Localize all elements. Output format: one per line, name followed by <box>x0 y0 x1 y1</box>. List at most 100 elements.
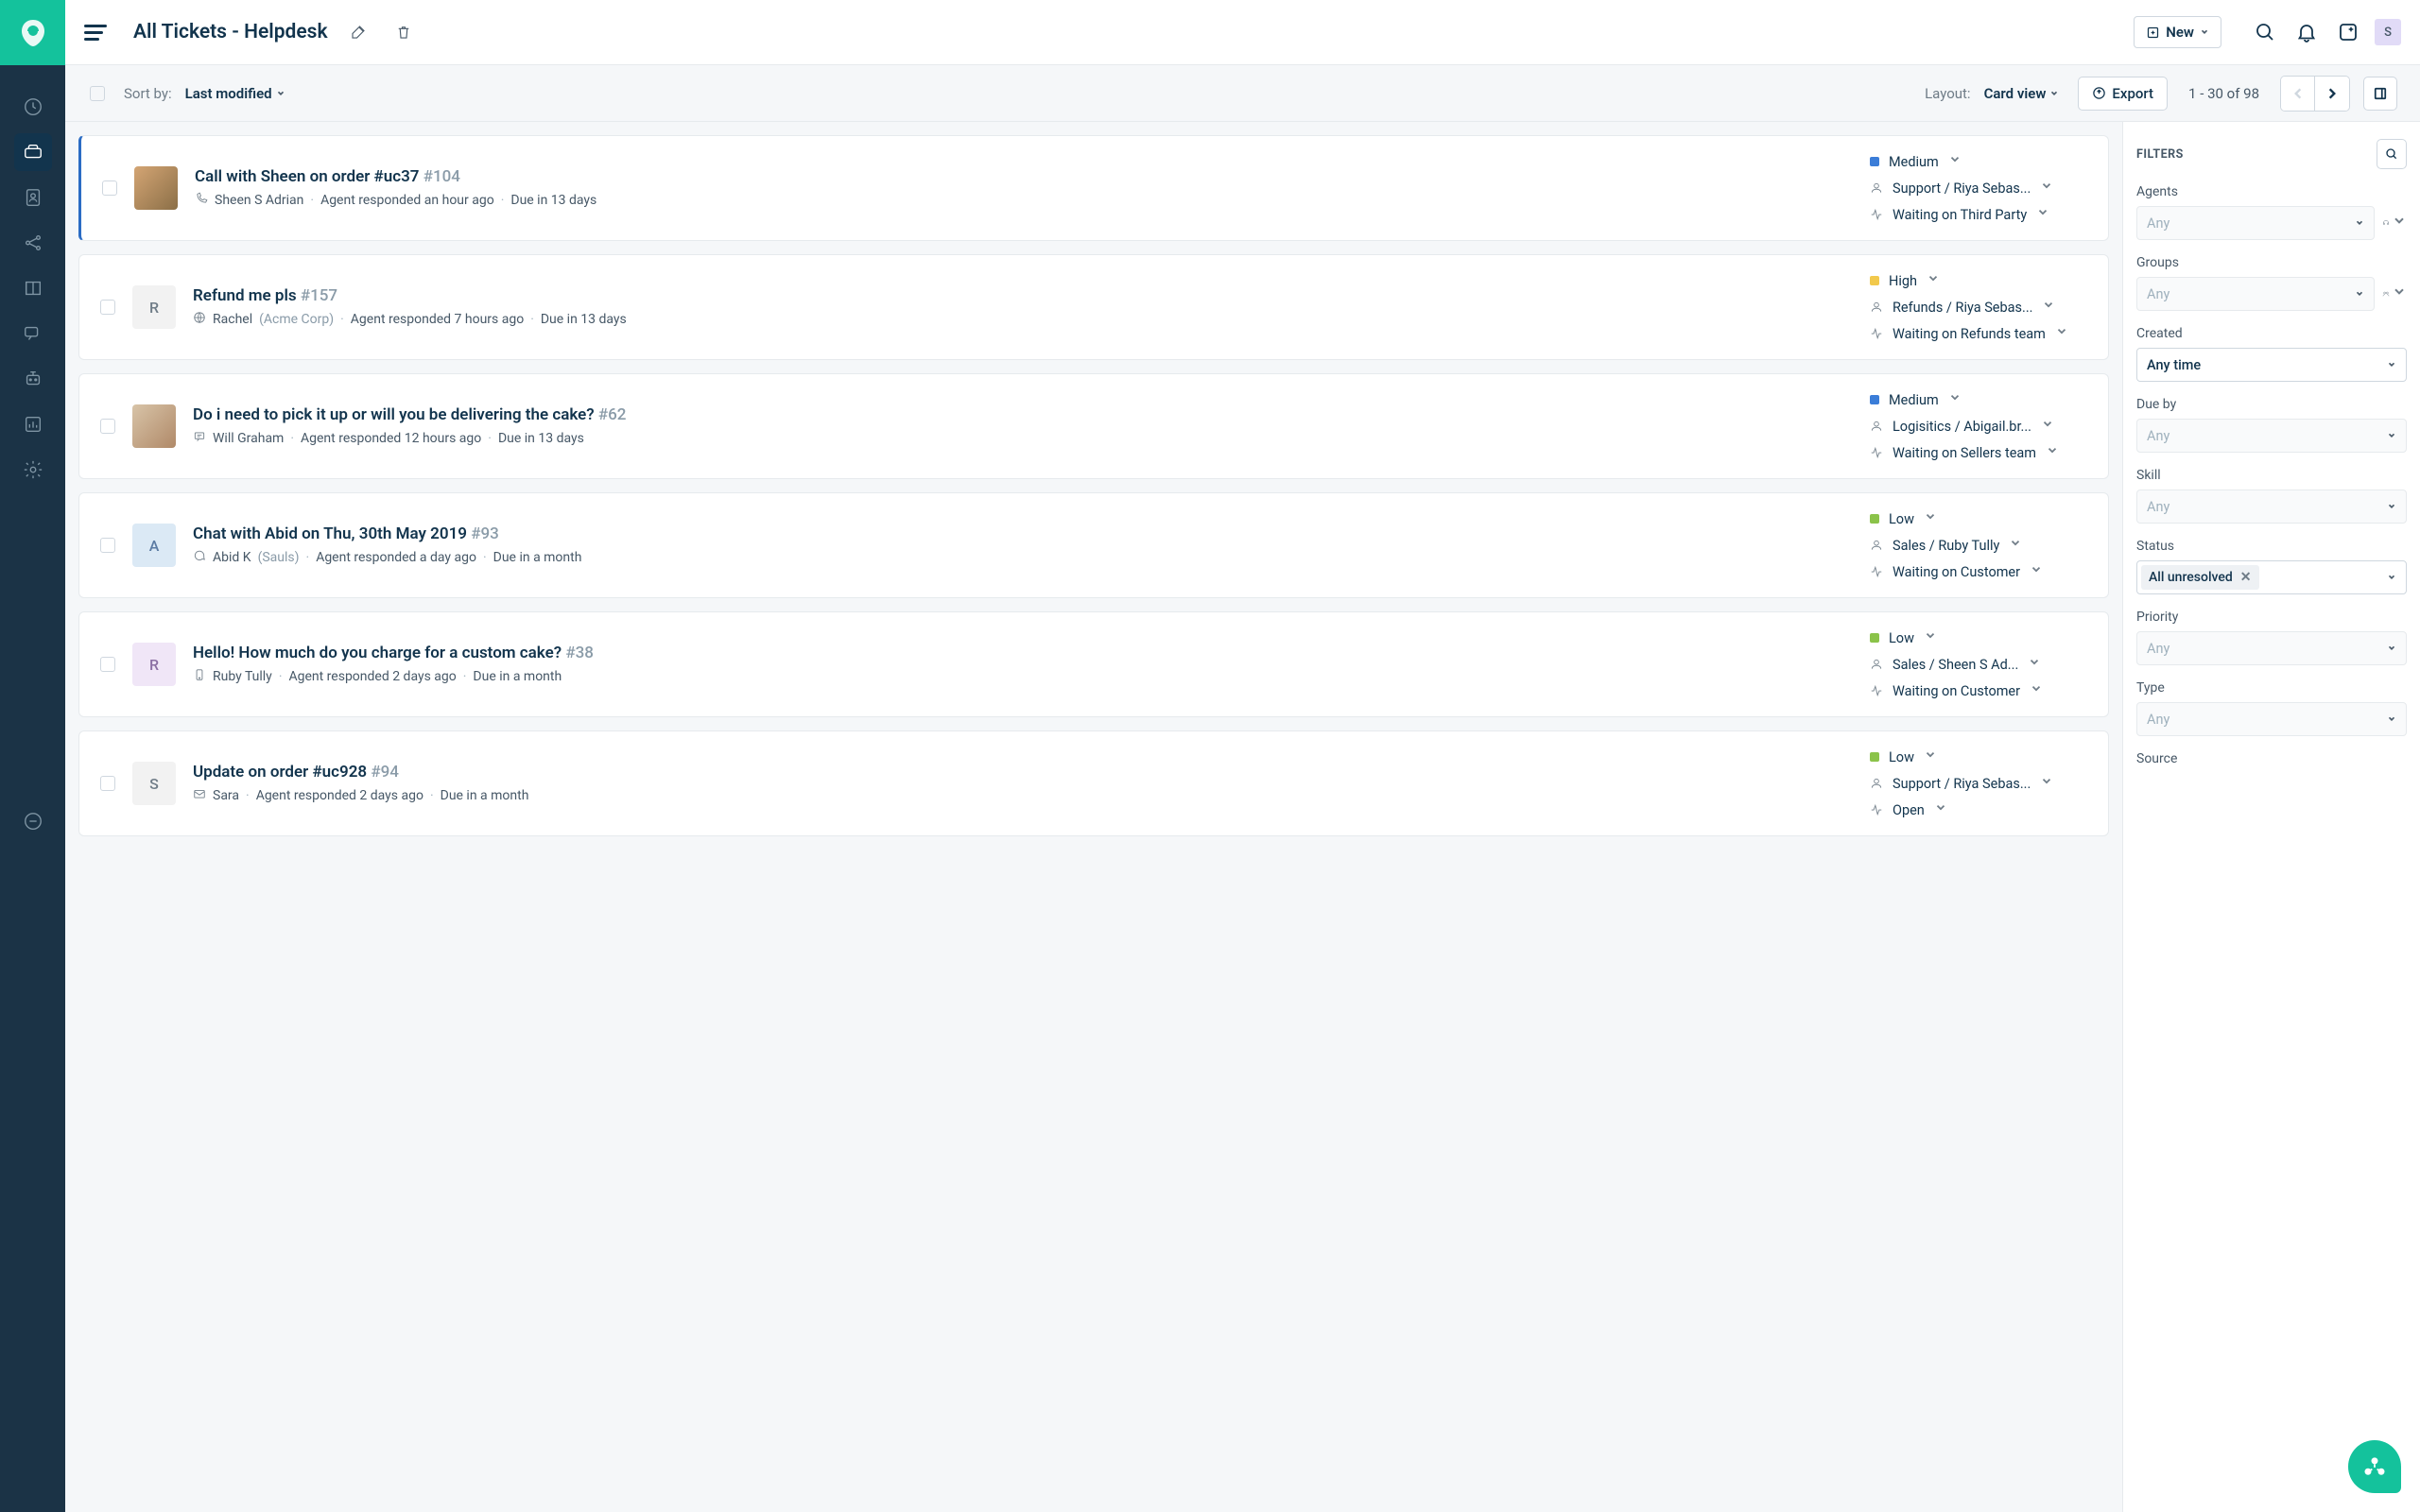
ticket-priority[interactable]: High <box>1870 272 2087 289</box>
ticket-avatar <box>134 166 178 210</box>
ticket-assignee[interactable]: Support / Riya Sebas... <box>1870 180 2087 197</box>
ticket-title[interactable]: Refund me pls #157 <box>193 286 1853 305</box>
ticket-contact[interactable]: Ruby Tully <box>213 669 272 684</box>
ticket-assignee[interactable]: Refunds / Riya Sebas... <box>1870 299 2087 316</box>
nav-social[interactable] <box>14 224 52 262</box>
next-page-button[interactable] <box>2315 77 2349 111</box>
filter-agents-select[interactable]: Any <box>2136 206 2375 240</box>
sidebar-nav <box>14 65 52 780</box>
ticket-assignee[interactable]: Logisitics / Abigail.br... <box>1870 418 2087 435</box>
search-icon[interactable] <box>2250 17 2280 47</box>
sort-label: Sort by: <box>124 85 172 102</box>
ticket-title[interactable]: Do i need to pick it up or will you be d… <box>193 405 1853 424</box>
ticket-status[interactable]: Waiting on Third Party <box>1870 206 2087 223</box>
ticket-title[interactable]: Chat with Abid on Thu, 30th May 2019 #93 <box>193 524 1853 543</box>
ticket-contact[interactable]: Sara <box>213 788 239 803</box>
ticket-priority[interactable]: Medium <box>1870 153 2087 170</box>
ticket-card[interactable]: Do i need to pick it up or will you be d… <box>78 373 2109 479</box>
ticket-checkbox[interactable] <box>100 419 115 434</box>
filter-priority-select[interactable]: Any <box>2136 631 2407 665</box>
nav-forums[interactable] <box>14 315 52 352</box>
nav-bot[interactable] <box>14 360 52 398</box>
filter-status-select[interactable]: All unresolved✕ <box>2136 560 2407 594</box>
layout-label: Layout: <box>1925 85 1970 102</box>
toolbar: Sort by: Last modified Layout: Card view… <box>65 65 2420 122</box>
chevron-down-icon <box>2049 85 2059 102</box>
ticket-due: Due in a month <box>493 550 582 565</box>
ticket-card[interactable]: R Hello! How much do you charge for a cu… <box>78 611 2109 717</box>
ticket-status[interactable]: Waiting on Customer <box>1870 563 2087 580</box>
groups-me-icon[interactable] <box>2382 284 2407 303</box>
filter-dueby-select[interactable]: Any <box>2136 419 2407 453</box>
filter-skill-select[interactable]: Any <box>2136 490 2407 524</box>
apps-sparkle-icon[interactable] <box>2333 17 2363 47</box>
ticket-title[interactable]: Update on order #uc928 #94 <box>193 763 1853 782</box>
remove-tag-icon[interactable]: ✕ <box>2240 570 2252 585</box>
source-icon <box>193 787 206 804</box>
export-button[interactable]: Export <box>2078 77 2168 111</box>
source-icon <box>195 192 208 209</box>
ticket-contact[interactable]: Rachel <box>213 312 252 327</box>
ticket-status[interactable]: Open <box>1870 801 2087 818</box>
freshworks-fab[interactable] <box>2348 1440 2401 1493</box>
ticket-title[interactable]: Hello! How much do you charge for a cust… <box>193 644 1853 662</box>
ticket-card[interactable]: R Refund me pls #157 Rachel (Acme Corp) … <box>78 254 2109 360</box>
ticket-priority[interactable]: Low <box>1870 748 2087 765</box>
filter-created-select[interactable]: Any time <box>2136 348 2407 382</box>
layout-value[interactable]: Card view <box>1984 85 2060 102</box>
app-logo[interactable] <box>0 0 65 65</box>
ticket-priority[interactable]: Low <box>1870 629 2087 646</box>
ticket-card[interactable]: S Update on order #uc928 #94 Sara · Agen… <box>78 730 2109 836</box>
ticket-status[interactable]: Waiting on Refunds team <box>1870 325 2087 342</box>
ticket-contact[interactable]: Will Graham <box>213 431 284 446</box>
ticket-card[interactable]: Call with Sheen on order #uc37 #104 Shee… <box>78 135 2109 241</box>
nav-admin[interactable] <box>14 451 52 489</box>
nav-solutions[interactable] <box>14 269 52 307</box>
agents-me-icon[interactable] <box>2382 214 2407 232</box>
ticket-agent-resp: Agent responded 2 days ago <box>256 788 424 803</box>
ticket-status[interactable]: Waiting on Sellers team <box>1870 444 2087 461</box>
notification-icon[interactable] <box>2291 17 2322 47</box>
ticket-assignee[interactable]: Sales / Sheen S Ad... <box>1870 656 2087 673</box>
delete-icon[interactable] <box>389 17 419 47</box>
main-content: All Tickets - Helpdesk New S Sort by: La… <box>65 0 2420 1512</box>
ticket-checkbox[interactable] <box>100 776 115 791</box>
ticket-checkbox[interactable] <box>100 657 115 672</box>
new-button[interactable]: New <box>2134 16 2221 48</box>
filter-type-select[interactable]: Any <box>2136 702 2407 736</box>
nav-contacts[interactable] <box>14 179 52 216</box>
ticket-title[interactable]: Call with Sheen on order #uc37 #104 <box>195 167 1853 186</box>
edit-icon[interactable] <box>343 17 373 47</box>
ticket-priority[interactable]: Medium <box>1870 391 2087 408</box>
ticket-contact[interactable]: Sheen S Adrian <box>215 193 303 208</box>
ticket-priority[interactable]: Low <box>1870 510 2087 527</box>
nav-analytics[interactable] <box>14 405 52 443</box>
ticket-checkbox[interactable] <box>100 538 115 553</box>
prev-page-button[interactable] <box>2281 77 2315 111</box>
toggle-panel-button[interactable] <box>2363 77 2397 111</box>
pager <box>2280 76 2350 112</box>
hamburger-menu[interactable] <box>84 25 107 41</box>
ticket-assignee[interactable]: Sales / Ruby Tully <box>1870 537 2087 554</box>
filter-groups-select[interactable]: Any <box>2136 277 2375 311</box>
ticket-right: High Refunds / Riya Sebas... Waiting on … <box>1870 272 2087 342</box>
ticket-agent-resp: Agent responded an hour ago <box>320 193 494 208</box>
ticket-agent-resp: Agent responded 12 hours ago <box>301 431 481 446</box>
select-all-checkbox[interactable] <box>90 86 105 101</box>
ticket-right: Medium Support / Riya Sebas... Waiting o… <box>1870 153 2087 223</box>
sort-value[interactable]: Last modified <box>185 85 285 102</box>
ticket-assignee[interactable]: Support / Riya Sebas... <box>1870 775 2087 792</box>
filter-search-button[interactable] <box>2377 139 2407 169</box>
nav-freshworks[interactable] <box>14 802 52 840</box>
ticket-meta: Will Graham · Agent responded 12 hours a… <box>193 430 1853 447</box>
nav-dashboard[interactable] <box>14 88 52 126</box>
ticket-checkbox[interactable] <box>100 300 115 315</box>
user-avatar[interactable]: S <box>2375 19 2401 45</box>
export-label: Export <box>2112 85 2153 102</box>
nav-tickets[interactable] <box>14 133 52 171</box>
ticket-contact[interactable]: Abid K <box>213 550 251 565</box>
ticket-checkbox[interactable] <box>102 180 117 196</box>
ticket-card[interactable]: A Chat with Abid on Thu, 30th May 2019 #… <box>78 492 2109 598</box>
ticket-status[interactable]: Waiting on Customer <box>1870 682 2087 699</box>
filter-skill-label: Skill <box>2136 468 2407 483</box>
